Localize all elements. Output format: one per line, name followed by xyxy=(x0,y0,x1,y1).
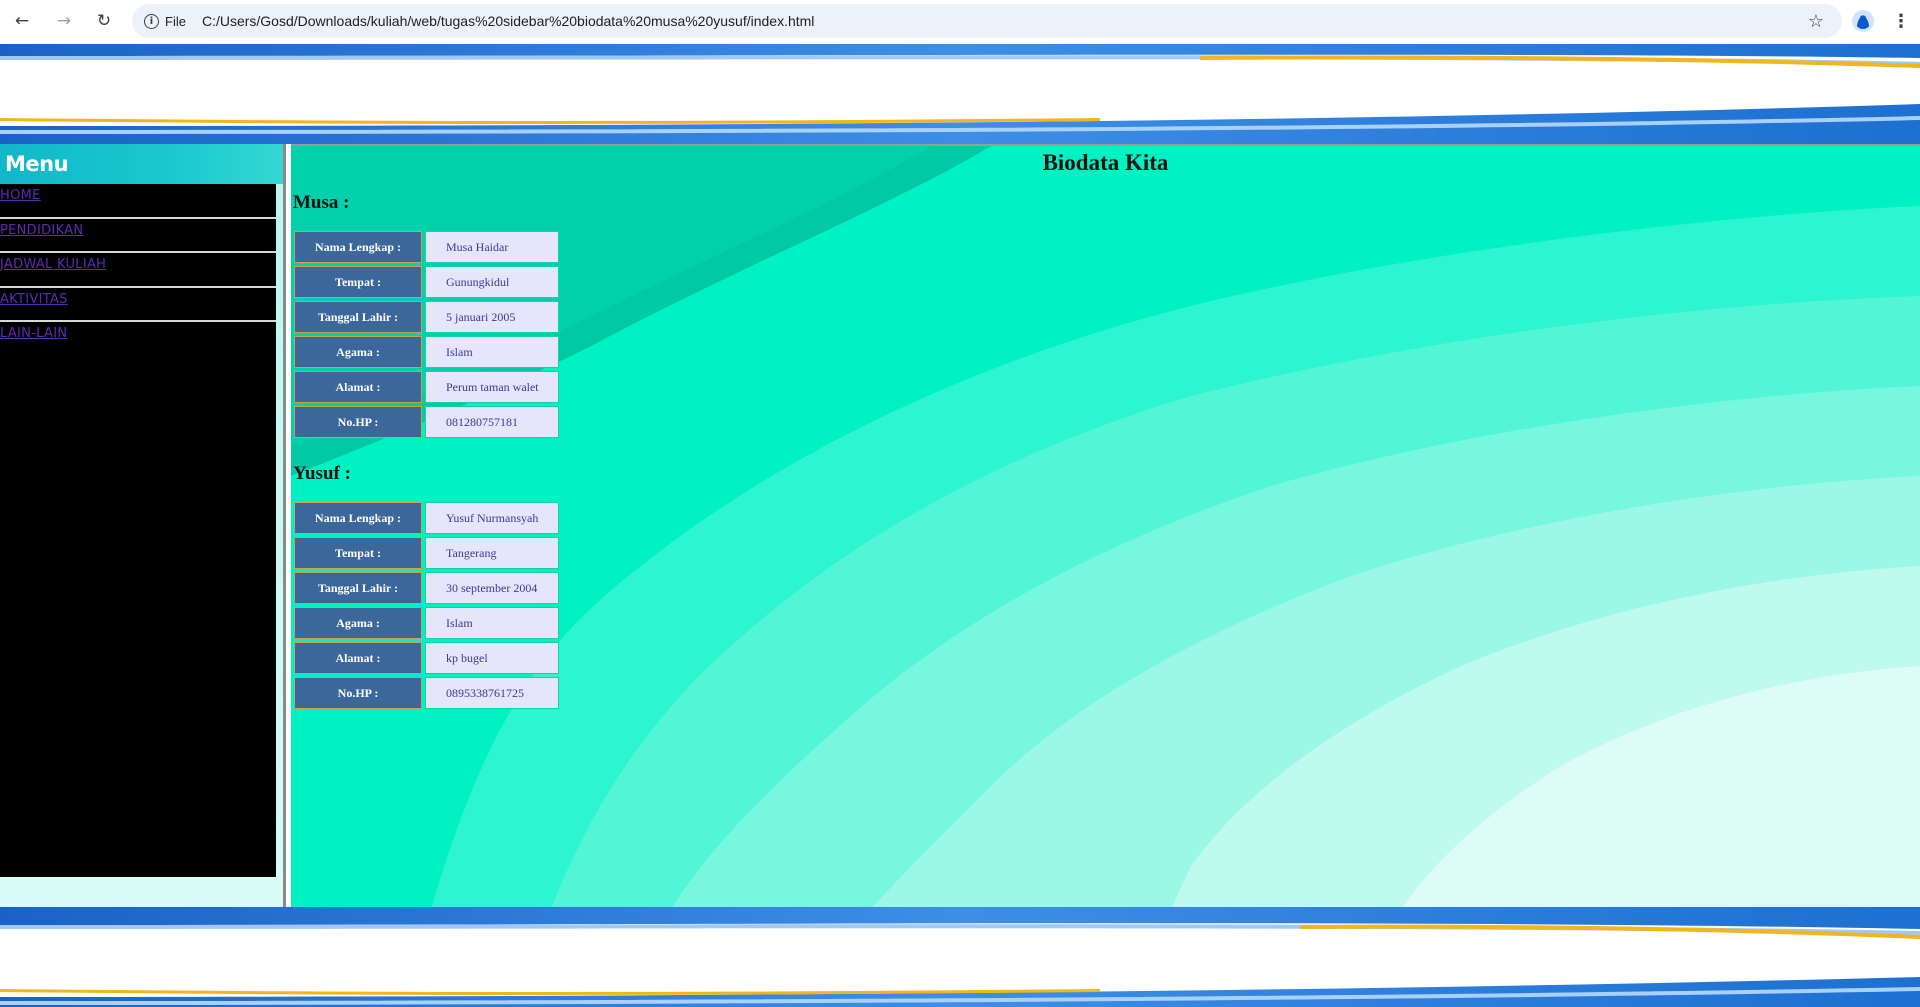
address-bar[interactable]: i File C:/Users/Gosd/Downloads/kuliah/we… xyxy=(132,4,1842,38)
row-label: Tanggal Lahir : xyxy=(294,301,422,333)
sidebar-item-lain-lain[interactable]: LAIN-LAIN xyxy=(0,322,276,357)
sidebar-link-home[interactable]: HOME xyxy=(0,188,41,203)
forward-arrow-icon[interactable]: → xyxy=(50,7,78,35)
table-row: Tempat : Gunungkidul xyxy=(294,266,559,298)
table-row: Agama : Islam xyxy=(294,336,559,368)
table-row: Alamat : Perum taman walet xyxy=(294,371,559,403)
footer-banner xyxy=(0,907,1920,1007)
sidebar-link-lain-lain[interactable]: LAIN-LAIN xyxy=(0,326,67,341)
row-value: Yusuf Nurmansyah xyxy=(425,502,559,534)
table-row: No.HP :081280757181 xyxy=(294,406,559,438)
table-row: Agama : Islam xyxy=(294,607,559,639)
row-label: No.HP : xyxy=(294,406,422,438)
table-row: Nama Lengkap : Yusuf Nurmansyah xyxy=(294,502,559,534)
row-label: No.HP : xyxy=(294,677,422,709)
sidebar: Menu HOME PENDIDIKAN JADWAL KULIAH AKTIV… xyxy=(0,144,286,907)
row-value: Tangerang xyxy=(425,537,559,569)
back-arrow-icon[interactable]: ← xyxy=(8,7,36,35)
biodata-table-musa: Nama Lengkap : Musa Haidar Tempat : Gunung… xyxy=(291,228,562,441)
row-label: Agama : xyxy=(294,336,422,368)
row-value: Musa Haidar xyxy=(425,231,559,263)
sidebar-link-aktivitas[interactable]: AKTIVITAS xyxy=(0,292,68,307)
row-label: Agama : xyxy=(294,607,422,639)
sidebar-link-pendidikan[interactable]: PENDIDIKAN xyxy=(0,223,83,238)
row-value: 5 januari 2005 xyxy=(425,301,559,333)
table-row: No.HP :0895338761725 xyxy=(294,677,559,709)
row-value: Perum taman walet xyxy=(425,371,559,403)
scheme-label: File xyxy=(165,13,186,29)
table-row: Tanggal Lahir :5 januari 2005 xyxy=(294,301,559,333)
row-label: Nama Lengkap : xyxy=(294,502,422,534)
profile-avatar-icon[interactable] xyxy=(1852,10,1874,32)
row-label: Alamat : xyxy=(294,642,422,674)
row-label: Nama Lengkap : xyxy=(294,231,422,263)
row-value: Islam xyxy=(425,607,559,639)
sidebar-item-pendidikan[interactable]: PENDIDIKAN xyxy=(0,219,276,253)
page-title: Biodata Kita xyxy=(1042,150,1169,175)
table-row: Tanggal Lahir :30 september 2004 xyxy=(294,572,559,604)
browser-toolbar: ← → ↻ i File C:/Users/Gosd/Downloads/kul… xyxy=(0,0,1920,42)
sidebar-link-jadwal-kuliah[interactable]: JADWAL KULIAH xyxy=(0,257,106,272)
biodata-table-yusuf: Nama Lengkap : Yusuf Nurmansyah Tempat :T… xyxy=(291,499,562,712)
reload-icon[interactable]: ↻ xyxy=(90,7,118,35)
sidebar-item-jadwal-kuliah[interactable]: JADWAL KULIAH xyxy=(0,253,276,288)
row-label: Alamat : xyxy=(294,371,422,403)
row-label: Tempat : xyxy=(294,266,422,298)
row-value: 0895338761725 xyxy=(425,677,559,709)
row-value: kp bugel xyxy=(425,642,559,674)
row-value: 30 september 2004 xyxy=(425,572,559,604)
table-row: Nama Lengkap : Musa Haidar xyxy=(294,231,559,263)
row-value: Islam xyxy=(425,336,559,368)
url-text[interactable]: C:/Users/Gosd/Downloads/kuliah/web/tugas… xyxy=(202,13,814,29)
info-icon[interactable]: i xyxy=(144,13,159,29)
table-row: Alamat : kp bugel xyxy=(294,642,559,674)
sidebar-item-home[interactable]: HOME xyxy=(0,184,276,219)
row-value: 081280757181 xyxy=(425,406,559,438)
menu-title: Menu xyxy=(0,144,283,184)
row-label: Tempat : xyxy=(294,537,422,569)
main-content: Biodata Kita Musa : Nama Lengkap : Musa H… xyxy=(291,144,1920,907)
more-menu-icon[interactable]: ⋮ xyxy=(1892,11,1910,32)
row-label: Tanggal Lahir : xyxy=(294,572,422,604)
person-heading-musa: Musa : xyxy=(293,192,350,213)
table-row: Tempat : Tangerang xyxy=(294,537,559,569)
header-banner xyxy=(0,42,1920,144)
bookmark-star-icon[interactable]: ☆ xyxy=(1808,11,1824,32)
row-value: Gunungkidul xyxy=(425,266,559,298)
person-heading-yusuf: Yusuf : xyxy=(293,463,351,484)
sidebar-item-aktivitas[interactable]: AKTIVITAS xyxy=(0,288,276,322)
sidebar-menu: HOME PENDIDIKAN JADWAL KULIAH AKTIVITAS … xyxy=(0,184,276,877)
